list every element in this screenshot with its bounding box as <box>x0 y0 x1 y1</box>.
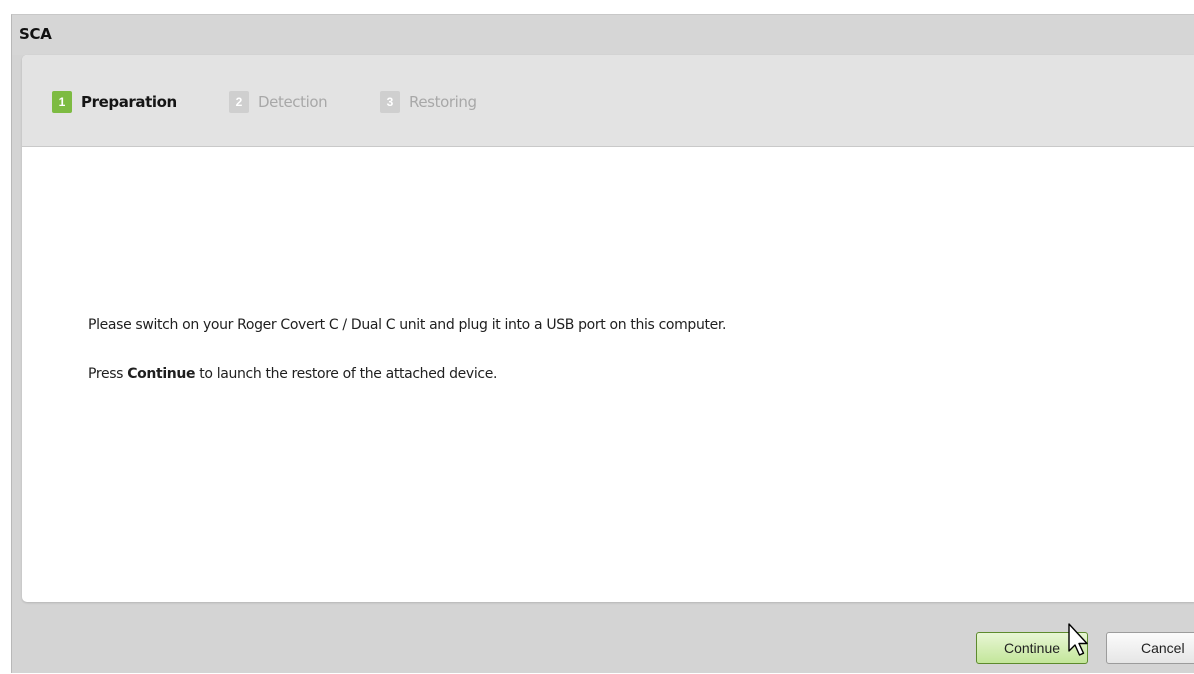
step-label: Preparation <box>81 93 177 111</box>
continue-button[interactable]: Continue <box>976 632 1088 664</box>
step-number-badge: 1 <box>52 91 72 113</box>
press-prefix: Press <box>88 366 128 382</box>
step-number-badge: 3 <box>380 91 400 113</box>
steps-bar: 1 Preparation 2 Detection 3 Restoring <box>22 55 1194 147</box>
press-continue-bold: Continue <box>127 366 196 382</box>
title-bar: SCA <box>12 15 1194 55</box>
step-label: Restoring <box>409 93 477 111</box>
step-detection: 2 Detection <box>229 90 328 114</box>
instructions: Please switch on your Roger Covert C / D… <box>88 317 726 382</box>
window-title: SCA <box>19 25 52 43</box>
step-label: Detection <box>258 93 328 111</box>
step-restoring: 3 Restoring <box>380 90 477 114</box>
dialog-window: SCA 1 Preparation 2 Detection 3 Restorin… <box>11 14 1194 673</box>
wizard-panel: 1 Preparation 2 Detection 3 Restoring Pl… <box>22 55 1194 602</box>
cancel-button[interactable]: Cancel <box>1106 632 1194 664</box>
press-continue-text: Press Continue to launch the restore of … <box>88 366 726 382</box>
button-bar: Continue Cancel <box>12 603 1194 674</box>
instruction-text: Please switch on your Roger Covert C / D… <box>88 317 727 333</box>
press-suffix: to launch the restore of the attached de… <box>195 366 498 382</box>
step-preparation: 1 Preparation <box>52 90 177 114</box>
step-number-badge: 2 <box>229 91 249 113</box>
